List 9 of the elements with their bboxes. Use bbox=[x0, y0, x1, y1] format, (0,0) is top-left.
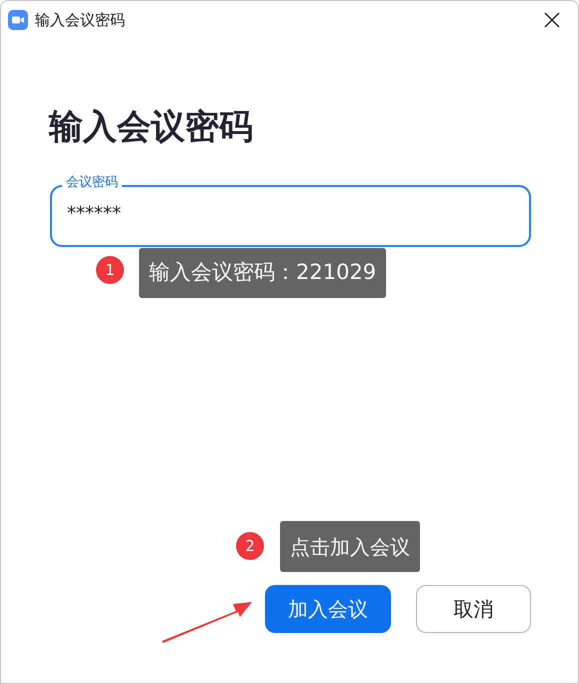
window-title: 输入会议密码 bbox=[35, 10, 125, 31]
join-button[interactable]: 加入会议 bbox=[265, 585, 391, 633]
tooltip-callout: 输入会议密码：221029 bbox=[139, 248, 386, 298]
camera-app-icon bbox=[8, 10, 28, 30]
password-value: ****** bbox=[67, 202, 121, 226]
tooltip-callout: 点击加入会议 bbox=[280, 521, 420, 572]
cancel-button[interactable]: 取消 bbox=[416, 585, 531, 633]
dialog-heading: 输入会议密码 bbox=[49, 106, 254, 149]
close-icon[interactable] bbox=[544, 12, 560, 28]
